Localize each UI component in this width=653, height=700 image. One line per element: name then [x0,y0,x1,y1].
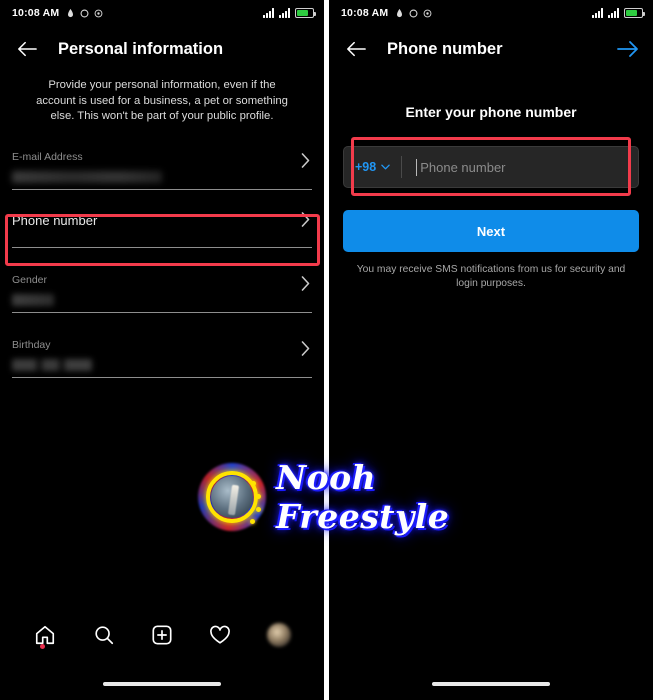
alarm-icon [68,8,74,18]
text-cursor [416,158,418,176]
right-screen-phone-number: 10:08 AM Phone number Enter your phone n… [329,0,653,700]
watermark: Nooh Freestyle [196,458,486,536]
personal-info-fields: E-mail Address Phone number Gender Birth… [0,139,324,384]
field-underline [12,188,312,190]
field-underline [12,311,312,313]
nooh-freestyle-logo [196,461,268,533]
field-underline [12,246,312,248]
home-icon[interactable] [28,618,62,652]
status-bar-left-icons [395,8,432,18]
sms-notice-text: You may receive SMS notifications from u… [356,264,626,289]
field-value-redacted [12,358,92,371]
app-bar-right: Phone number [329,26,653,72]
app-bar-left: Personal information [0,26,324,72]
page-title: Personal information [58,39,224,58]
field-email-address[interactable]: E-mail Address [12,139,312,196]
screenshot-root: 10:08 AM Personal information Provide yo… [0,0,653,700]
status-bar-right: 10:08 AM [329,0,653,26]
page-title: Phone number [387,39,503,58]
battery-icon [624,8,645,18]
alarm-icon [397,8,403,18]
field-phone-number[interactable]: Phone number [12,196,312,254]
logo-dots [204,469,261,525]
home-indicator [432,682,550,686]
add-post-icon[interactable] [145,618,179,652]
country-code-value: +98 [355,160,377,174]
forward-arrow-icon[interactable] [617,41,639,57]
next-button[interactable]: Next [343,210,639,252]
battery-icon [295,8,316,18]
left-screen-personal-information: 10:08 AM Personal information Provide yo… [0,0,324,700]
search-icon[interactable] [87,618,121,652]
home-indicator [103,682,221,686]
field-underline [12,376,312,378]
circle-icon [80,9,89,17]
field-label: E-mail Address [12,150,83,163]
back-arrow-icon[interactable] [343,36,369,62]
field-value-redacted [12,170,162,183]
chevron-right-icon [301,152,310,173]
phone-number-input[interactable]: +98 Phone number [343,146,639,188]
signal-bars-icon [263,8,274,18]
phone-input-placeholder: Phone number [420,159,506,175]
status-bar-right-icons [263,8,316,18]
status-bar-left: 10:08 AM [0,0,324,26]
field-value-redacted [12,293,54,306]
status-bar-time: 10:08 AM [341,7,389,19]
signal-bars-icon [592,8,603,18]
circle-icon [409,9,418,17]
profile-avatar[interactable] [262,618,296,652]
watermark-text: Nooh Freestyle [276,458,450,536]
enter-phone-heading: Enter your phone number [405,104,577,120]
avatar [266,623,291,647]
chevron-right-icon [301,275,310,296]
location-icon [94,9,103,17]
home-notification-badge [40,644,46,649]
status-bar-time: 10:08 AM [12,7,60,19]
chevron-down-icon [381,164,390,170]
country-code-selector[interactable]: +98 [344,160,401,174]
field-birthday[interactable]: Birthday [12,327,312,384]
signal-bars-icon [279,8,290,18]
signal-bars-icon [608,8,619,18]
status-bar-right-icons [592,8,645,18]
bottom-navigation-bar [0,612,324,658]
input-separator [401,156,403,178]
location-icon [423,9,432,17]
field-label: Phone number [12,212,98,228]
back-arrow-icon[interactable] [14,36,40,62]
field-label: Gender [12,273,48,286]
field-label: Birthday [12,338,51,351]
status-bar-left-icons [66,8,103,18]
chevron-right-icon [301,211,310,232]
page-description: Provide your personal information, even … [36,79,288,122]
heart-icon[interactable] [203,618,237,652]
field-gender[interactable]: Gender [12,262,312,319]
chevron-right-icon [301,340,310,361]
phone-input-wrapper: +98 Phone number [343,137,639,196]
